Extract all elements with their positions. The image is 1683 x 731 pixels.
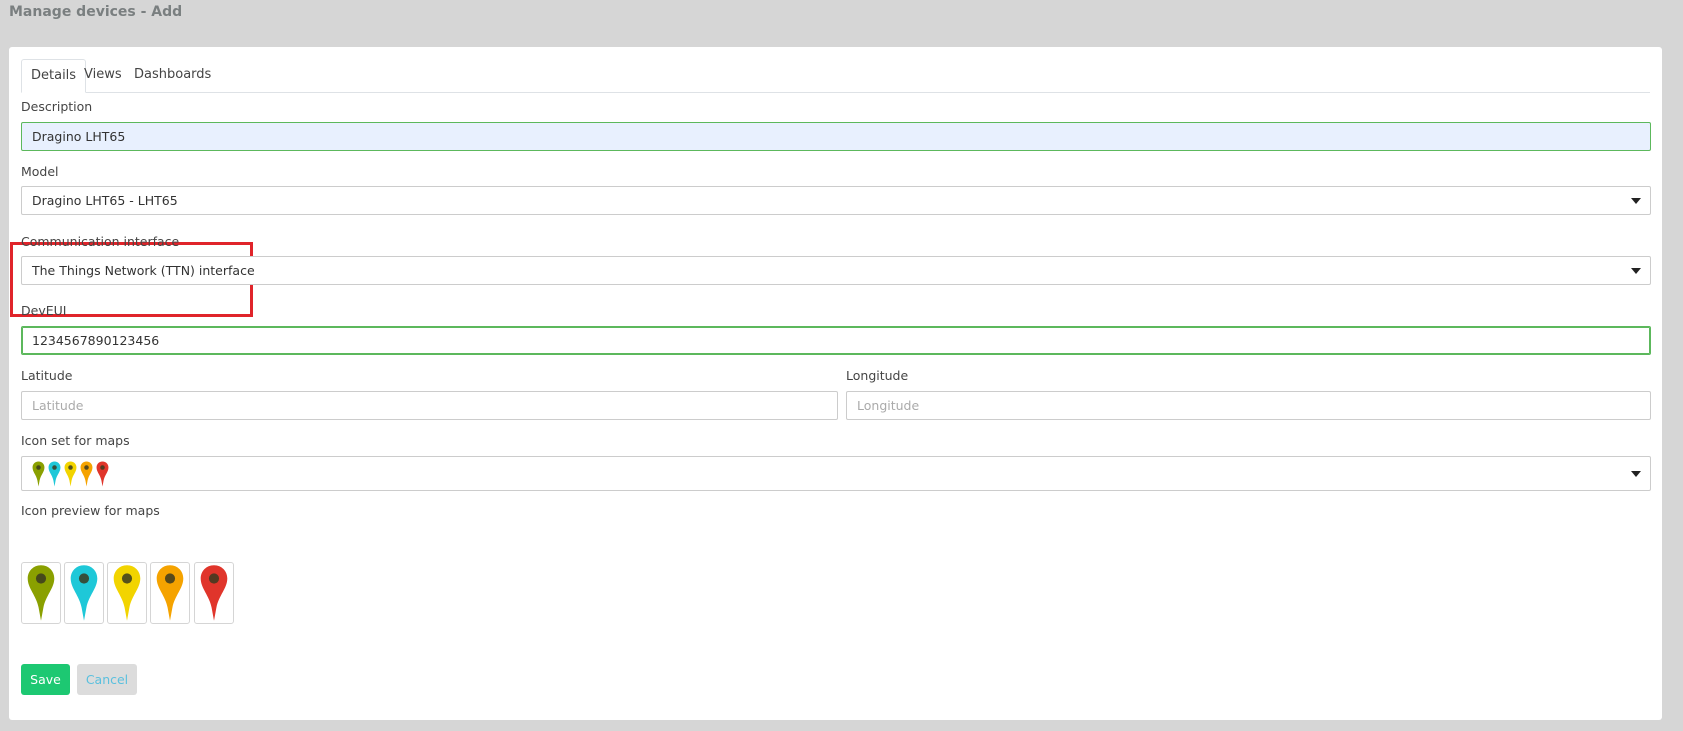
- chevron-down-icon: [1631, 197, 1641, 204]
- model-value: Dragino LHT65 - LHT65: [32, 193, 178, 208]
- iconset-value: [32, 461, 109, 487]
- tab-bar: Details Views Dashboards: [21, 59, 1650, 93]
- description-value: Dragino LHT65: [32, 129, 126, 144]
- model-select[interactable]: Dragino LHT65 - LHT65: [21, 186, 1651, 215]
- tab-views[interactable]: Views: [75, 59, 131, 92]
- map-pin-olive-icon: [32, 461, 45, 487]
- preview-map-pin-olive-icon: [21, 562, 61, 624]
- preview-map-pin-red-icon: [194, 562, 234, 624]
- tab-dashboards[interactable]: Dashboards: [125, 59, 220, 92]
- preview-label: Icon preview for maps: [21, 503, 160, 518]
- cancel-button[interactable]: Cancel: [77, 664, 137, 695]
- latitude-label: Latitude: [21, 368, 73, 383]
- preview-map-pin-orange-icon: [150, 562, 190, 624]
- map-pin-orange-icon: [80, 461, 93, 487]
- map-pin-yellow-icon: [64, 461, 77, 487]
- description-input[interactable]: Dragino LHT65: [21, 122, 1651, 151]
- longitude-input[interactable]: Longitude: [846, 391, 1651, 420]
- deveui-input[interactable]: 1234567890123456: [21, 326, 1651, 355]
- longitude-label: Longitude: [846, 368, 909, 383]
- map-pin-cyan-icon: [48, 461, 61, 487]
- save-button[interactable]: Save: [21, 664, 70, 695]
- map-pin-red-icon: [96, 461, 109, 487]
- interface-select[interactable]: The Things Network (TTN) interface: [21, 256, 1651, 285]
- chevron-down-icon: [1631, 470, 1641, 477]
- chevron-down-icon: [1631, 267, 1641, 274]
- longitude-placeholder: Longitude: [857, 398, 920, 413]
- page-title: Manage devices - Add: [9, 4, 183, 20]
- iconset-select[interactable]: [21, 456, 1651, 491]
- interface-value: The Things Network (TTN) interface: [32, 263, 255, 278]
- device-form-card: Details Views Dashboards Description Dra…: [9, 47, 1662, 720]
- iconset-label: Icon set for maps: [21, 433, 130, 448]
- deveui-label: DevEUI: [21, 303, 67, 318]
- latitude-input[interactable]: Latitude: [21, 391, 838, 420]
- latitude-placeholder: Latitude: [32, 398, 84, 413]
- interface-label: Communication interface: [21, 234, 180, 249]
- deveui-value: 1234567890123456: [32, 333, 160, 348]
- description-label: Description: [21, 99, 93, 114]
- preview-map-pin-yellow-icon: [107, 562, 147, 624]
- preview-map-pin-cyan-icon: [64, 562, 104, 624]
- model-label: Model: [21, 164, 59, 179]
